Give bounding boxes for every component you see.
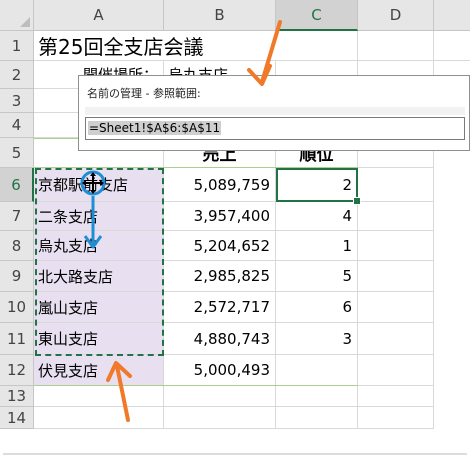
column-header-c[interactable]: C [276, 0, 358, 31]
cell-d13[interactable] [358, 386, 434, 407]
row-header-1[interactable]: 1 [0, 31, 34, 61]
rank-value-cell[interactable]: 6 [276, 292, 358, 323]
cell-d12[interactable] [358, 355, 434, 386]
rank-value-cell[interactable]: 4 [276, 202, 358, 231]
dialog-divider [85, 107, 465, 115]
cell-d7[interactable] [358, 202, 434, 231]
sales-value-cell[interactable]: 5,204,652 [164, 231, 276, 261]
spreadsheet: A B C D 1 2 3 4 5 6 7 8 9 10 11 12 13 14… [0, 0, 470, 455]
row-header-3[interactable]: 3 [0, 89, 34, 113]
cell-a13[interactable] [34, 386, 164, 407]
cell-c14[interactable] [276, 407, 358, 429]
sales-value-cell[interactable]: 2,572,717 [164, 292, 276, 323]
sales-value-cell[interactable]: 4,880,743 [164, 323, 276, 355]
row-header-12[interactable]: 12 [0, 355, 34, 386]
row-header-7[interactable]: 7 [0, 202, 34, 231]
column-header-d[interactable]: D [358, 0, 434, 31]
name-manager-reference-dialog: 名前の管理 - 参照範囲: =Sheet1!$A$6:$A$11 [78, 75, 470, 151]
cell-a14[interactable] [34, 407, 164, 429]
column-header-a[interactable]: A [34, 0, 164, 31]
reference-input[interactable]: =Sheet1!$A$6:$A$11 [85, 117, 465, 140]
rank-value-cell[interactable]: 1 [276, 231, 358, 261]
sales-value-cell[interactable]: 2,985,825 [164, 261, 276, 292]
row-header-13[interactable]: 13 [0, 386, 34, 407]
row-header-2[interactable]: 2 [0, 61, 34, 89]
sales-value-cell[interactable]: 5,089,759 [164, 168, 276, 202]
row-header-6[interactable]: 6 [0, 168, 34, 202]
select-all-corner[interactable] [0, 0, 34, 31]
cell-d6[interactable] [358, 168, 434, 202]
cell-e1[interactable] [434, 31, 470, 61]
cell-d9[interactable] [358, 261, 434, 292]
sales-value-cell[interactable]: 5,000,493 [164, 355, 276, 386]
sales-value-cell[interactable]: 3,957,400 [164, 202, 276, 231]
cell-d11[interactable] [358, 323, 434, 355]
rank-value-cell[interactable]: 5 [276, 261, 358, 292]
reference-text: =Sheet1!$A$6:$A$11 [88, 121, 222, 135]
table-border-bottom [34, 385, 358, 386]
cell-d10[interactable] [358, 292, 434, 323]
column-header-e[interactable] [434, 0, 470, 31]
rank-value-cell[interactable] [276, 355, 358, 386]
row-header-4[interactable]: 4 [0, 113, 34, 138]
active-cell-c6 [276, 168, 358, 202]
cell-d14[interactable] [358, 407, 434, 429]
branch-name-cell[interactable]: 伏見支店 [34, 355, 164, 386]
row-header-9[interactable]: 9 [0, 261, 34, 292]
sheet-title-cell[interactable]: 第25回全支店会議 [34, 31, 276, 61]
row-header-8[interactable]: 8 [0, 231, 34, 261]
rank-value-cell[interactable]: 3 [276, 323, 358, 355]
row-header-11[interactable]: 11 [0, 323, 34, 355]
cell-b14[interactable] [164, 407, 276, 429]
cell-d1[interactable] [358, 31, 434, 61]
cell-c1[interactable] [276, 31, 358, 61]
dialog-title: 名前の管理 - 参照範囲: [87, 87, 201, 100]
fill-handle[interactable] [353, 197, 361, 205]
row-header-14[interactable]: 14 [0, 407, 34, 429]
cell-c13[interactable] [276, 386, 358, 407]
cell-d8[interactable] [358, 231, 434, 261]
row-header-10[interactable]: 10 [0, 292, 34, 323]
copy-marquee-selection [35, 168, 164, 356]
row-header-5[interactable]: 5 [0, 138, 34, 168]
cell-b13[interactable] [164, 386, 276, 407]
column-header-b[interactable]: B [164, 0, 276, 31]
